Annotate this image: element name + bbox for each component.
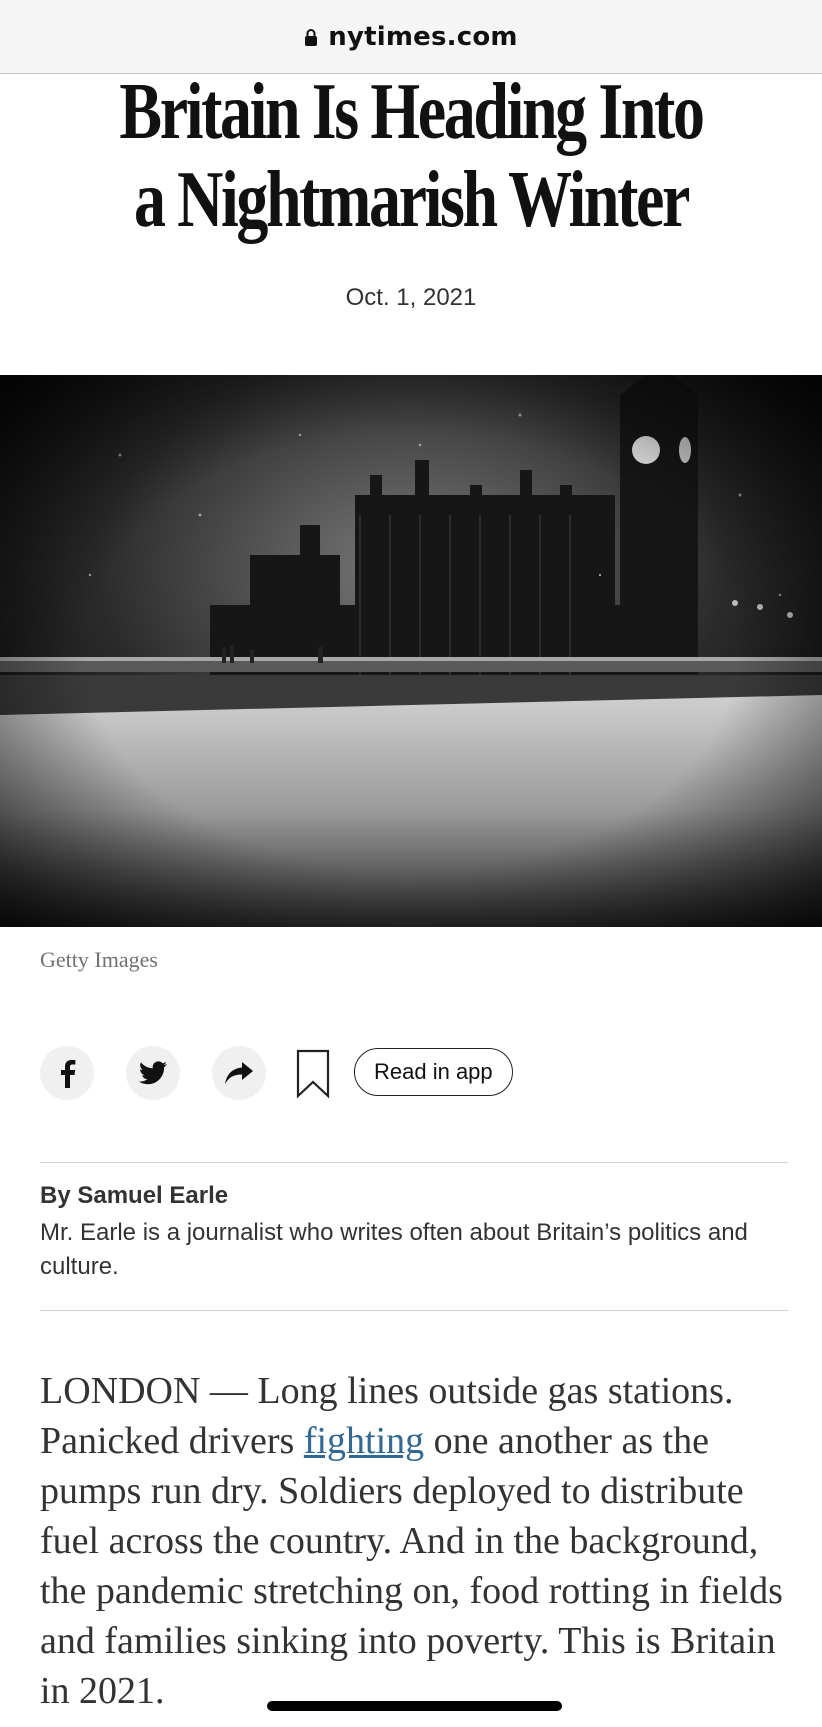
image-credit: Getty Images bbox=[40, 947, 158, 972]
snowy-westminster-photo bbox=[0, 375, 822, 927]
lock-icon bbox=[305, 28, 318, 46]
browser-url-bar[interactable]: nytimes.com bbox=[0, 0, 822, 74]
fighting-link[interactable]: fighting bbox=[304, 1420, 424, 1462]
read-in-app-button[interactable]: Read in app bbox=[354, 1048, 513, 1096]
share-arrow-icon bbox=[225, 1062, 253, 1084]
facebook-icon bbox=[61, 1060, 76, 1088]
article-body: LONDON — Long lines outside gas stations… bbox=[40, 1366, 800, 1716]
twitter-icon bbox=[139, 1061, 167, 1085]
article-headline: Britain Is Heading Into a Nightmarish Wi… bbox=[119, 68, 705, 244]
divider-top bbox=[40, 1162, 788, 1163]
share-button[interactable] bbox=[212, 1046, 266, 1100]
byline[interactable]: By Samuel Earle bbox=[40, 1182, 228, 1210]
facebook-share-button[interactable] bbox=[40, 1046, 94, 1100]
body-text-after-link: one another as the pumps run dry. Soldie… bbox=[40, 1420, 783, 1712]
author-bio: Mr. Earle is a journalist who writes oft… bbox=[40, 1219, 748, 1280]
bookmark-icon[interactable] bbox=[296, 1049, 330, 1099]
hero-image bbox=[0, 375, 822, 927]
home-indicator[interactable] bbox=[267, 1701, 562, 1711]
twitter-share-button[interactable] bbox=[126, 1046, 180, 1100]
url-domain: nytimes.com bbox=[328, 21, 518, 52]
publish-date: Oct. 1, 2021 bbox=[345, 284, 477, 311]
divider-bottom bbox=[40, 1310, 788, 1311]
